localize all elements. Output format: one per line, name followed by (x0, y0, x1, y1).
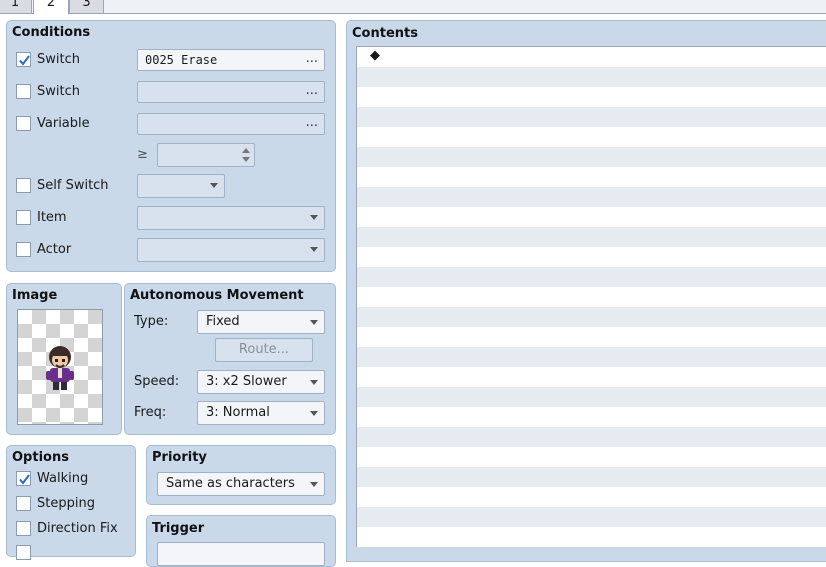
checkmark-icon (19, 55, 30, 66)
chevron-down-icon (310, 411, 318, 416)
command-marker-icon: ◆ (370, 48, 380, 63)
tab-3-label: 3 (82, 0, 91, 10)
ellipsis-icon: ... (305, 115, 318, 130)
stepping-checkbox[interactable] (16, 496, 31, 511)
event-command-list[interactable]: ◆ (356, 46, 826, 547)
actor-dropdown[interactable] (137, 238, 325, 262)
type-label: Type: (134, 314, 169, 329)
list-row[interactable] (357, 87, 826, 107)
list-row[interactable] (357, 307, 826, 327)
switch2-selector[interactable]: ... (137, 81, 325, 103)
list-row[interactable] (357, 127, 826, 147)
list-row[interactable] (357, 187, 826, 207)
walking-checkbox[interactable] (16, 471, 31, 486)
image-title: Image (12, 288, 58, 303)
list-row[interactable] (357, 267, 826, 287)
list-row[interactable] (357, 487, 826, 507)
tab-1[interactable]: 1 (0, 0, 32, 14)
through-checkbox[interactable] (16, 545, 31, 560)
list-row[interactable] (357, 227, 826, 247)
switch2-label: Switch (37, 84, 80, 99)
self-switch-checkbox[interactable] (16, 178, 31, 193)
conditions-title: Conditions (12, 25, 91, 40)
tab-2-label: 2 (46, 0, 56, 10)
direction-fix-checkbox[interactable] (16, 521, 31, 536)
variable-checkbox[interactable] (16, 116, 31, 131)
list-row[interactable] (357, 67, 826, 87)
trigger-title: Trigger (152, 521, 205, 536)
list-row[interactable] (357, 387, 826, 407)
movement-freq-dropdown[interactable]: 3: Normal (197, 401, 325, 425)
actor-checkbox[interactable] (16, 242, 31, 257)
self-switch-label: Self Switch (37, 178, 109, 193)
list-row[interactable] (357, 207, 826, 227)
variable-number-spinner[interactable] (157, 143, 255, 167)
freq-label: Freq: (134, 405, 167, 420)
ellipsis-icon: ... (305, 51, 318, 66)
list-item[interactable]: ◆ (357, 47, 826, 67)
priority-dropdown[interactable]: Same as characters (157, 472, 325, 496)
list-row[interactable] (357, 147, 826, 167)
item-checkbox[interactable] (16, 210, 31, 225)
character-image-preview[interactable] (17, 309, 103, 425)
list-row[interactable] (357, 467, 826, 487)
list-row[interactable] (357, 247, 826, 267)
speed-label: Speed: (134, 374, 180, 389)
list-row[interactable] (357, 287, 826, 307)
contents-title: Contents (352, 26, 418, 41)
priority-value: Same as characters (166, 476, 295, 491)
chevron-down-icon (310, 380, 318, 385)
movement-type-dropdown[interactable]: Fixed (197, 310, 325, 334)
variable-operator: ≥ (137, 147, 148, 162)
ellipsis-icon: ... (305, 83, 318, 98)
list-row[interactable] (357, 507, 826, 527)
variable-label: Variable (37, 116, 90, 131)
switch1-label: Switch (37, 52, 80, 67)
variable-selector[interactable]: ... (137, 113, 325, 135)
walking-label: Walking (37, 471, 89, 486)
chevron-down-icon (310, 215, 318, 220)
direction-fix-label: Direction Fix (37, 521, 118, 536)
list-row[interactable] (357, 107, 826, 127)
tab-1-label: 1 (10, 0, 20, 10)
item-label: Item (37, 210, 67, 225)
tab-3[interactable]: 3 (69, 0, 104, 14)
chevron-down-icon (310, 247, 318, 252)
options-title: Options (12, 450, 69, 465)
tab-bar: 1 2 3 (0, 0, 826, 15)
self-switch-dropdown[interactable] (137, 174, 225, 198)
spinner-arrows-icon (242, 148, 250, 162)
switch1-value: 0025 Erase (145, 53, 218, 67)
list-row[interactable] (357, 447, 826, 467)
priority-title: Priority (152, 450, 207, 465)
character-sprite-icon (46, 346, 74, 390)
item-dropdown[interactable] (137, 206, 325, 230)
list-row[interactable] (357, 367, 826, 387)
list-row[interactable] (357, 427, 826, 447)
switch1-selector[interactable]: 0025 Erase ... (137, 49, 325, 71)
tab-2[interactable]: 2 (33, 0, 69, 15)
chevron-down-icon (310, 320, 318, 325)
list-row[interactable] (357, 527, 826, 547)
chevron-down-icon (310, 482, 318, 487)
route-button[interactable]: Route... (215, 338, 313, 362)
movement-speed-dropdown[interactable]: 3: x2 Slower (197, 370, 325, 394)
list-row[interactable] (357, 167, 826, 187)
switch1-checkbox[interactable] (16, 52, 31, 67)
chevron-down-icon (210, 183, 218, 188)
movement-freq-value: 3: Normal (206, 405, 270, 420)
checkmark-icon (19, 474, 30, 485)
actor-label: Actor (37, 242, 72, 257)
list-row[interactable] (357, 327, 826, 347)
list-row[interactable] (357, 407, 826, 427)
movement-type-value: Fixed (206, 314, 240, 329)
list-row[interactable] (357, 347, 826, 367)
switch2-checkbox[interactable] (16, 84, 31, 99)
stepping-label: Stepping (37, 496, 95, 511)
movement-speed-value: 3: x2 Slower (206, 374, 287, 389)
autonomous-movement-title: Autonomous Movement (130, 288, 304, 303)
